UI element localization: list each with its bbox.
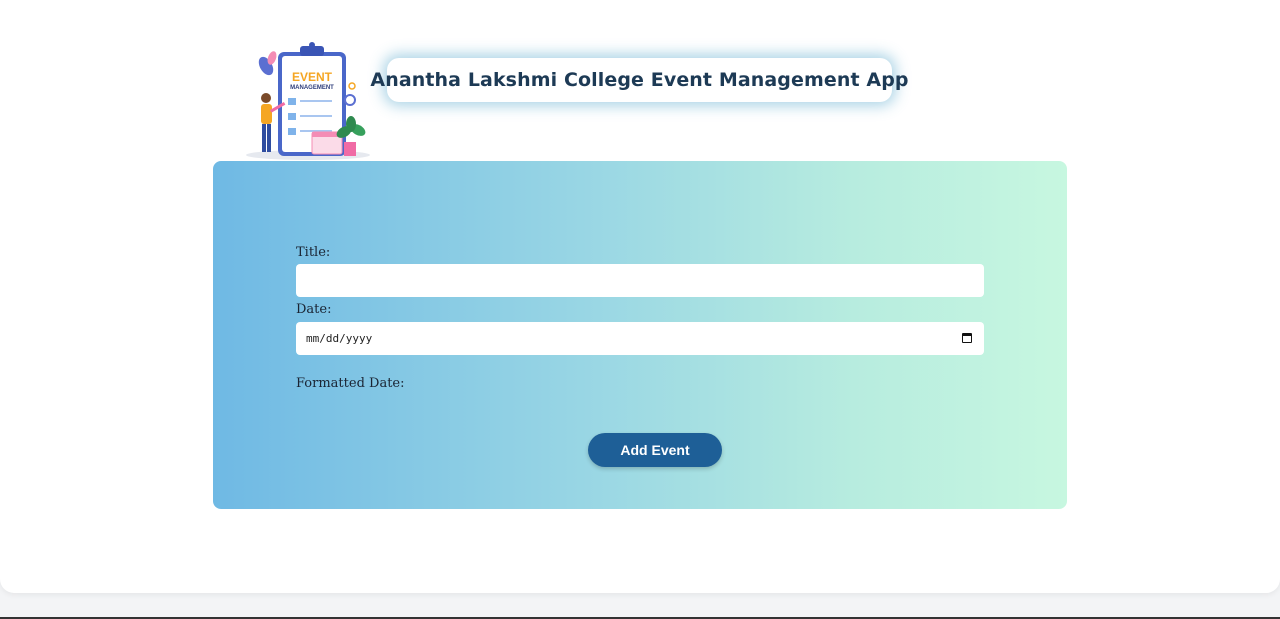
event-management-logo: EVENT MANAGEMENT xyxy=(240,36,376,162)
logo-text-event: EVENT xyxy=(292,70,333,84)
date-input[interactable]: mm/dd/yyyy xyxy=(296,322,984,355)
event-form: Title: Date: mm/dd/yyyy Formatted Date: … xyxy=(213,161,1067,509)
app-title-box: Anantha Lakshmi College Event Management… xyxy=(370,58,909,102)
page-title: Anantha Lakshmi College Event Management… xyxy=(370,69,909,91)
title-label: Title: xyxy=(296,245,331,260)
date-label: Date: xyxy=(296,302,332,317)
page-container: EVENT MANAGEMENT Anantha Lakshmi College… xyxy=(0,0,1280,593)
add-event-button[interactable]: Add Event xyxy=(588,433,722,467)
title-input[interactable] xyxy=(296,264,984,297)
clipboard-illustration-icon: EVENT MANAGEMENT xyxy=(246,42,370,160)
date-placeholder: mm/dd/yyyy xyxy=(306,332,373,345)
logo-text-management: MANAGEMENT xyxy=(290,85,334,91)
formatted-date-label: Formatted Date: xyxy=(296,376,405,391)
calendar-icon[interactable] xyxy=(962,333,972,343)
